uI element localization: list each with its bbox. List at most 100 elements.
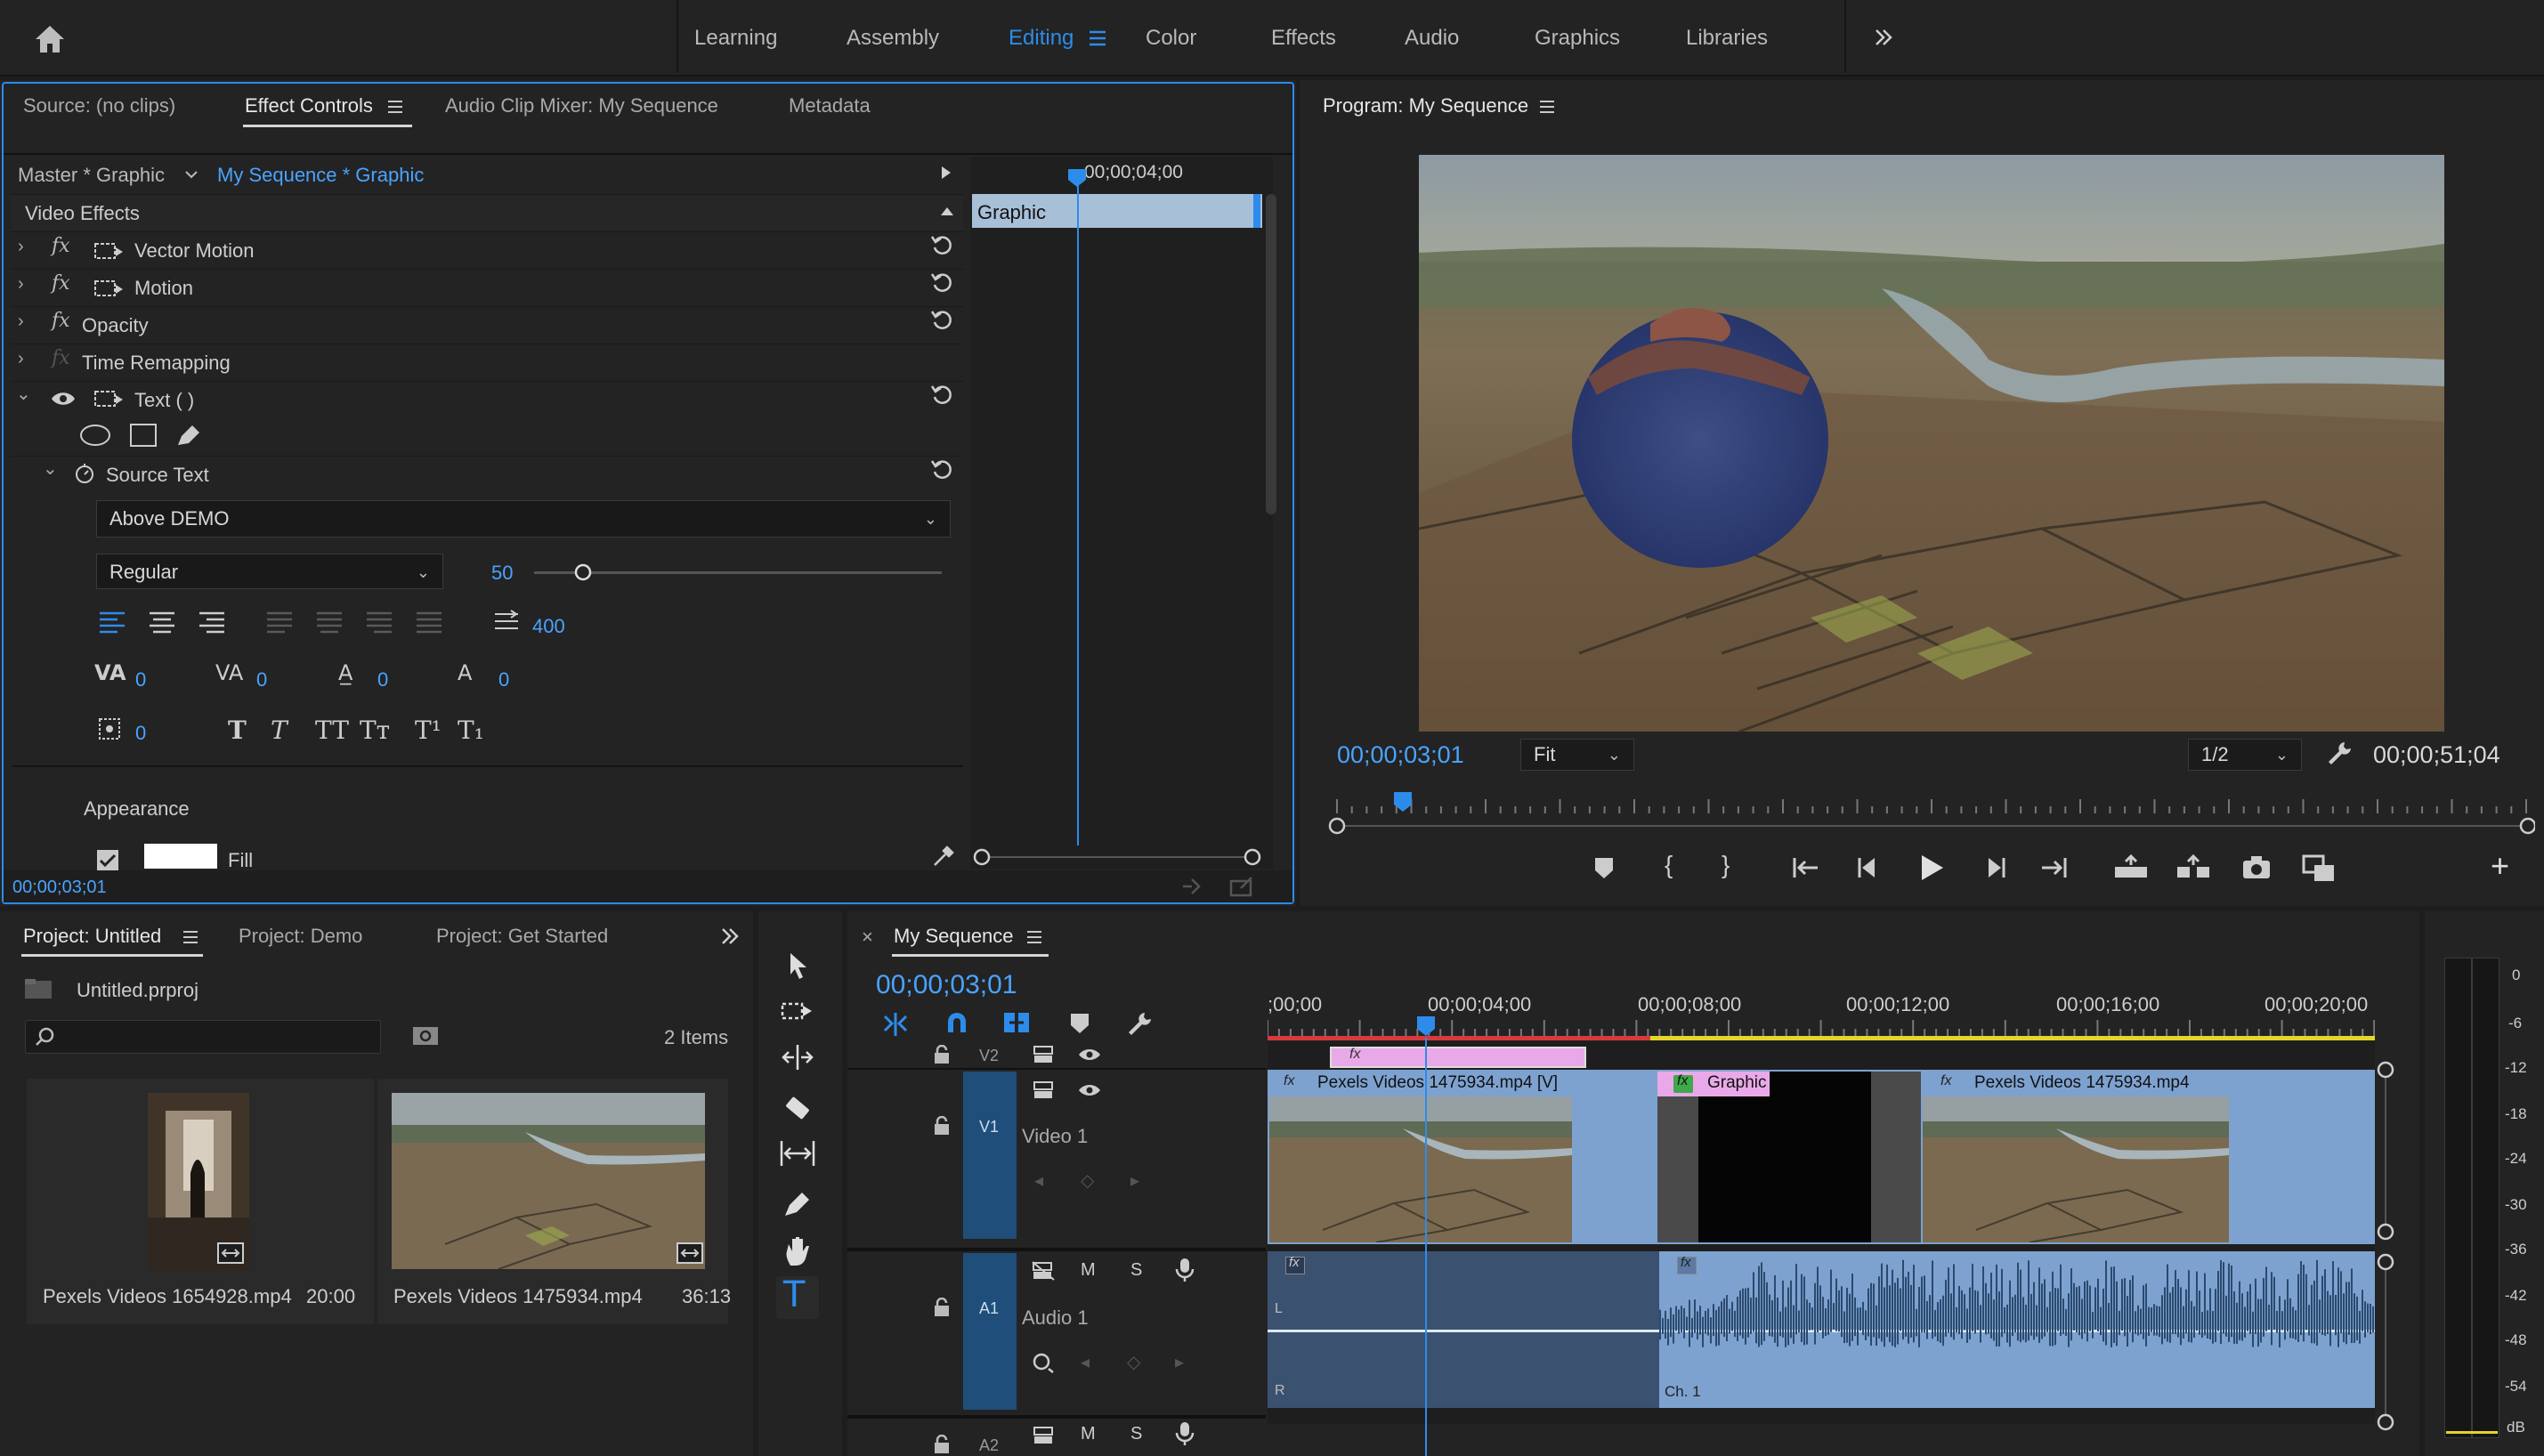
wrench-icon[interactable] bbox=[2325, 739, 2354, 767]
font-size-slider-handle[interactable] bbox=[573, 562, 593, 582]
reset-icon[interactable] bbox=[930, 383, 953, 406]
next-keyframe-icon[interactable]: ▸ bbox=[1130, 1169, 1139, 1192]
align-right-icon[interactable] bbox=[198, 611, 226, 634]
lock-icon[interactable] bbox=[933, 1045, 951, 1064]
subscript-icon[interactable]: T₁ bbox=[458, 716, 484, 745]
tab-metadata[interactable]: Metadata bbox=[789, 94, 871, 117]
program-scrub-ruler[interactable] bbox=[1325, 787, 2535, 840]
pen-mask-icon[interactable] bbox=[174, 420, 205, 449]
chevron-double-right-icon[interactable] bbox=[719, 926, 741, 947]
lock-icon[interactable] bbox=[933, 1435, 951, 1454]
go-to-out-icon[interactable] bbox=[2038, 854, 2069, 881]
reset-icon[interactable] bbox=[930, 233, 953, 256]
leading-value[interactable]: 0 bbox=[256, 668, 267, 692]
pen-tool-icon[interactable] bbox=[782, 1189, 814, 1219]
faux-bold-icon[interactable]: T bbox=[228, 716, 247, 745]
mini-zoom-bar[interactable] bbox=[979, 856, 1255, 858]
fill-checkbox[interactable] bbox=[96, 849, 119, 872]
snap-nest-icon[interactable] bbox=[881, 1011, 910, 1038]
prev-keyframe-icon[interactable]: ◂ bbox=[1081, 1351, 1090, 1373]
faux-italic-icon[interactable]: T bbox=[271, 716, 288, 745]
tracking-va-icon[interactable]: VA bbox=[215, 660, 243, 685]
effect-controls-timecode[interactable]: 00;00;03;01 bbox=[12, 878, 107, 898]
menu-icon[interactable] bbox=[1538, 99, 1556, 115]
workspace-color[interactable]: Color bbox=[1146, 0, 1196, 77]
font-size-slider-track[interactable] bbox=[534, 571, 942, 574]
justify-left-icon[interactable] bbox=[265, 611, 294, 634]
small-caps-icon[interactable]: Tт bbox=[360, 716, 390, 745]
superscript-icon[interactable]: T¹ bbox=[415, 716, 442, 745]
menu-icon[interactable] bbox=[1088, 29, 1107, 47]
baseline-value[interactable]: 0 bbox=[377, 668, 388, 692]
tab-project-demo[interactable]: Project: Demo bbox=[239, 925, 362, 948]
workspace-editing[interactable]: Editing bbox=[1009, 0, 1074, 77]
fill-color-swatch[interactable] bbox=[144, 844, 217, 869]
linked-selection-icon[interactable] bbox=[1002, 1009, 1031, 1036]
transform-icon[interactable] bbox=[93, 278, 125, 299]
lock-icon[interactable] bbox=[933, 1116, 951, 1136]
fx-icon[interactable]: fx bbox=[52, 272, 70, 295]
mark-out-icon[interactable]: } bbox=[1722, 851, 1730, 879]
sync-lock-off-icon[interactable] bbox=[1031, 1260, 1056, 1282]
add-button-icon[interactable]: + bbox=[2491, 847, 2509, 885]
next-keyframe-icon[interactable]: ▸ bbox=[1175, 1351, 1184, 1373]
align-center-icon[interactable] bbox=[148, 611, 176, 634]
leading-icon[interactable]: A̲ bbox=[338, 660, 352, 685]
step-forward-icon[interactable] bbox=[1981, 854, 2008, 881]
graphic-clip-body[interactable] bbox=[1698, 1072, 1871, 1242]
clip-1-thumbnail[interactable] bbox=[1269, 1096, 1572, 1242]
font-size-value[interactable]: 50 bbox=[491, 562, 513, 585]
sync-lock-icon[interactable] bbox=[1033, 1080, 1056, 1100]
zoom-dropdown[interactable]: Fit ⌄ bbox=[1520, 739, 1634, 771]
chevron-double-right-icon[interactable] bbox=[1873, 27, 1894, 48]
lift-icon[interactable] bbox=[2113, 854, 2149, 881]
mute-button[interactable]: M bbox=[1081, 1260, 1096, 1281]
timeline-timecode[interactable]: 00;00;03;01 bbox=[876, 970, 1017, 1000]
mark-in-icon[interactable]: { bbox=[1665, 851, 1673, 879]
scrollbar[interactable] bbox=[1266, 194, 1276, 514]
collapse-chevron-icon[interactable]: ⌄ bbox=[43, 457, 58, 480]
collapse-up-icon[interactable] bbox=[940, 205, 954, 217]
zoom-handle-left[interactable] bbox=[972, 847, 992, 867]
mute-button[interactable]: M bbox=[1081, 1424, 1096, 1444]
step-back-icon[interactable] bbox=[1855, 854, 1882, 881]
ellipse-mask-icon[interactable] bbox=[78, 422, 112, 449]
program-timecode[interactable]: 00;00;03;01 bbox=[1337, 741, 1464, 769]
microphone-icon[interactable] bbox=[1175, 1257, 1195, 1283]
sync-lock-icon[interactable] bbox=[1033, 1426, 1056, 1445]
sync-lock-icon[interactable] bbox=[1033, 1045, 1056, 1064]
wrench-icon[interactable] bbox=[1125, 1009, 1154, 1038]
solo-button[interactable]: S bbox=[1130, 1424, 1142, 1444]
track-target-v1[interactable] bbox=[963, 1072, 1017, 1239]
eye-icon[interactable] bbox=[1077, 1047, 1102, 1063]
workspace-audio[interactable]: Audio bbox=[1405, 0, 1459, 77]
workspace-effects[interactable]: Effects bbox=[1271, 0, 1336, 77]
new-bin-search-icon[interactable] bbox=[411, 1023, 440, 1048]
stopwatch-icon[interactable] bbox=[73, 461, 96, 484]
clip-2-thumbnail[interactable] bbox=[1923, 1096, 2229, 1242]
fx-icon[interactable]: fx bbox=[52, 235, 70, 257]
thumbnail-clip-2[interactable] bbox=[392, 1093, 705, 1269]
all-caps-icon[interactable]: TT bbox=[315, 716, 349, 745]
workspace-graphics[interactable]: Graphics bbox=[1535, 0, 1620, 77]
project-item-name[interactable]: Pexels Videos 1654928.mp4 bbox=[43, 1285, 292, 1308]
tab-project-get-started[interactable]: Project: Get Started bbox=[436, 925, 608, 948]
menu-icon[interactable] bbox=[1025, 929, 1043, 945]
razor-tool-icon[interactable] bbox=[782, 1093, 814, 1125]
track-label-v2[interactable]: V2 bbox=[979, 1047, 999, 1065]
rectangle-mask-icon[interactable] bbox=[128, 422, 158, 449]
prev-keyframe-icon[interactable]: ◂ bbox=[1034, 1169, 1043, 1192]
tab-audio-clip-mixer[interactable]: Audio Clip Mixer: My Sequence bbox=[445, 94, 718, 117]
expand-chevron-icon[interactable]: › bbox=[18, 274, 24, 295]
transform-icon[interactable] bbox=[93, 388, 125, 409]
project-item-name[interactable]: Pexels Videos 1475934.mp4 bbox=[393, 1285, 643, 1308]
close-icon[interactable]: × bbox=[862, 926, 873, 949]
project-search-input[interactable] bbox=[25, 1020, 381, 1054]
expand-chevron-icon[interactable]: › bbox=[18, 349, 24, 369]
reset-icon[interactable] bbox=[930, 457, 953, 481]
sequence-clip-label[interactable]: My Sequence * Graphic bbox=[217, 164, 424, 187]
resolution-dropdown[interactable]: 1/2 ⌄ bbox=[2188, 739, 2302, 771]
add-keyframe-icon[interactable]: ◇ bbox=[1081, 1169, 1094, 1192]
justify-all-icon[interactable] bbox=[415, 611, 443, 634]
expand-chevron-icon[interactable]: › bbox=[18, 237, 24, 257]
